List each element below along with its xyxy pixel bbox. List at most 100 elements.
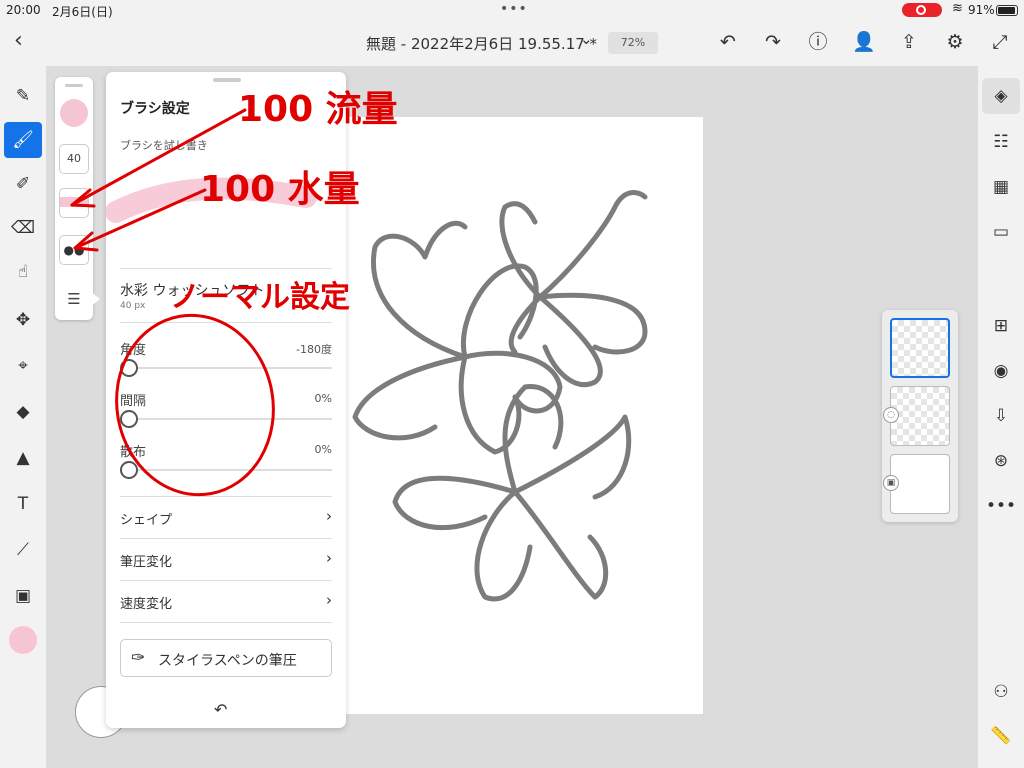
undo-icon[interactable]: ↶ bbox=[716, 30, 740, 54]
annotation-flow: 100 流量 bbox=[238, 89, 398, 130]
slider-angle-track[interactable] bbox=[120, 367, 332, 369]
brush-quick-strip: 40 ●● ☰ bbox=[55, 77, 100, 320]
blend-mode-icon[interactable]: ⊛ bbox=[982, 443, 1020, 479]
left-toolbar: ✎ 🖌 ✐ ⌫ ☝ ✥ ⌖ ◆ ▲ T ⟋ ▣ bbox=[0, 66, 46, 768]
oil-brush-icon[interactable]: ✐ bbox=[4, 166, 42, 202]
wifi-icon: ≋ bbox=[952, 1, 963, 16]
zoom-level[interactable]: 72% bbox=[608, 32, 658, 54]
import-icon[interactable]: ⇩ bbox=[982, 398, 1020, 434]
invite-user-icon[interactable]: 👤 bbox=[852, 30, 876, 54]
layer-thumbnail-background[interactable]: ▣ bbox=[883, 454, 950, 514]
row-velocity[interactable]: 速度変化 › bbox=[106, 582, 346, 622]
fullscreen-icon[interactable]: ⤢ bbox=[988, 30, 1012, 54]
stylus-pressure-label: スタイラスペンの筆圧 bbox=[158, 653, 297, 669]
status-time: 20:00 bbox=[6, 3, 41, 17]
more-icon[interactable]: ••• bbox=[982, 488, 1020, 524]
slider-spacing-track[interactable] bbox=[120, 418, 332, 420]
layers-icon[interactable]: ◈ bbox=[982, 78, 1020, 114]
color-swatch[interactable] bbox=[9, 626, 37, 654]
image-icon[interactable]: ▣ bbox=[4, 578, 42, 614]
divider bbox=[120, 580, 332, 581]
row-pressure[interactable]: 筆圧変化 › bbox=[106, 540, 346, 580]
layer-thumbnail-drawing[interactable]: ◌ bbox=[883, 386, 950, 446]
eyedropper-icon[interactable]: ⟋ bbox=[4, 532, 42, 568]
annotation-water: 100 水量 bbox=[200, 169, 360, 210]
comment-icon[interactable]: ▭ bbox=[982, 214, 1020, 250]
multitask-dots-icon[interactable]: ••• bbox=[500, 1, 528, 17]
row-velocity-label: 速度変化 bbox=[120, 597, 173, 612]
slider-spacing-value: 0% bbox=[314, 392, 332, 405]
reset-icon[interactable]: ↶ bbox=[214, 700, 227, 719]
panel-title: ブラシ設定 bbox=[120, 101, 190, 117]
brush-test-label: ブラシを試し書き bbox=[120, 139, 208, 152]
watercolor-brush-icon[interactable]: 🖌 bbox=[4, 122, 42, 158]
lasso-icon[interactable]: ⌖ bbox=[4, 348, 42, 384]
fill-bucket-icon[interactable]: ◆ bbox=[4, 394, 42, 430]
top-toolbar: ‹ 無題 - 2022年2月6日 19.55.17 * ⌄ 72% ↶ ↷ ⓘ … bbox=[0, 20, 1024, 66]
row-pressure-label: 筆圧変化 bbox=[120, 555, 173, 570]
slider-scatter-track[interactable] bbox=[120, 469, 332, 471]
brush-color-swatch[interactable] bbox=[60, 99, 88, 127]
water-amount-icon[interactable]: ●● bbox=[59, 235, 89, 265]
layer-actions-icon[interactable]: ⚇ bbox=[982, 674, 1020, 710]
share-icon[interactable]: ⇪ bbox=[897, 30, 921, 54]
redo-icon[interactable]: ↷ bbox=[761, 30, 785, 54]
move-icon[interactable]: ✥ bbox=[4, 302, 42, 338]
help-icon[interactable]: ⓘ bbox=[806, 30, 830, 54]
add-layer-icon[interactable]: ⊞ bbox=[982, 308, 1020, 344]
chevron-right-icon: › bbox=[326, 591, 332, 609]
flow-button[interactable] bbox=[59, 188, 89, 218]
back-icon[interactable]: ‹ bbox=[14, 28, 34, 56]
stylus-pressure-button[interactable]: ✑ スタイラスペンの筆圧 bbox=[120, 639, 332, 677]
slider-spacing-label: 間隔 bbox=[120, 394, 147, 409]
divider bbox=[120, 622, 332, 623]
right-toolbar: ◈ ☷ ▦ ▭ ⊞ ◉ ⇩ ⊛ ••• ⚇ 📏 bbox=[978, 66, 1024, 768]
brush-settings-icon[interactable]: ☰ bbox=[59, 284, 89, 314]
flower-drawing bbox=[352, 190, 648, 602]
gear-icon[interactable]: ⚙ bbox=[943, 30, 967, 54]
panel-pointer bbox=[91, 292, 100, 306]
chevron-right-icon: › bbox=[326, 549, 332, 567]
grid-icon[interactable]: ▦ bbox=[982, 169, 1020, 205]
slider-angle-knob[interactable] bbox=[120, 359, 138, 377]
annotation-normal: ノーマル設定 bbox=[170, 280, 350, 315]
status-bar: 20:00 2月6日(日) ••• ≋ 91% bbox=[0, 0, 1024, 20]
layer-properties-icon[interactable]: ☷ bbox=[982, 124, 1020, 160]
document-title[interactable]: 無題 - 2022年2月6日 19.55.17 * bbox=[366, 33, 597, 54]
slider-angle-label: 角度 bbox=[120, 343, 147, 358]
slider-spacing-knob[interactable] bbox=[120, 410, 138, 428]
divider bbox=[120, 268, 332, 269]
brush-size-label: 40 px bbox=[120, 301, 146, 311]
status-date: 2月6日(日) bbox=[52, 5, 113, 19]
slider-scatter-value: 0% bbox=[314, 443, 332, 456]
drawing-canvas[interactable] bbox=[345, 117, 703, 714]
text-icon[interactable]: T bbox=[4, 486, 42, 522]
screen-record-icon[interactable] bbox=[902, 3, 942, 17]
divider bbox=[120, 322, 332, 323]
panel-drag-handle[interactable] bbox=[213, 78, 241, 82]
slider-scatter-label: 散布 bbox=[120, 445, 147, 460]
drag-handle[interactable] bbox=[65, 84, 83, 87]
slider-scatter-knob[interactable] bbox=[120, 461, 138, 479]
chevron-right-icon: › bbox=[326, 507, 332, 525]
shapes-icon[interactable]: ▲ bbox=[4, 440, 42, 476]
row-shape[interactable]: シェイプ › bbox=[106, 498, 346, 538]
layers-panel: ◌ ▣ bbox=[882, 310, 958, 522]
stylus-icon: ✑ bbox=[131, 648, 146, 668]
layer-type-icon: ◌ bbox=[883, 407, 899, 423]
smudge-icon[interactable]: ☝ bbox=[4, 254, 42, 290]
visibility-icon[interactable]: ◉ bbox=[982, 353, 1020, 389]
pixel-brush-icon[interactable]: ✎ bbox=[4, 78, 42, 114]
battery-percent: 91% bbox=[968, 3, 995, 17]
chevron-down-icon[interactable]: ⌄ bbox=[580, 30, 593, 48]
image-layer-icon: ▣ bbox=[883, 475, 899, 491]
divider bbox=[120, 538, 332, 539]
ruler-icon[interactable]: 📏 bbox=[982, 718, 1020, 754]
battery-icon bbox=[996, 5, 1018, 16]
slider-angle-value: -180度 bbox=[296, 343, 332, 356]
eraser-icon[interactable]: ⌫ bbox=[4, 210, 42, 246]
row-shape-label: シェイプ bbox=[120, 513, 173, 528]
layer-thumbnail-empty[interactable] bbox=[890, 318, 950, 378]
brush-size-button[interactable]: 40 bbox=[59, 144, 89, 174]
divider bbox=[120, 496, 332, 497]
